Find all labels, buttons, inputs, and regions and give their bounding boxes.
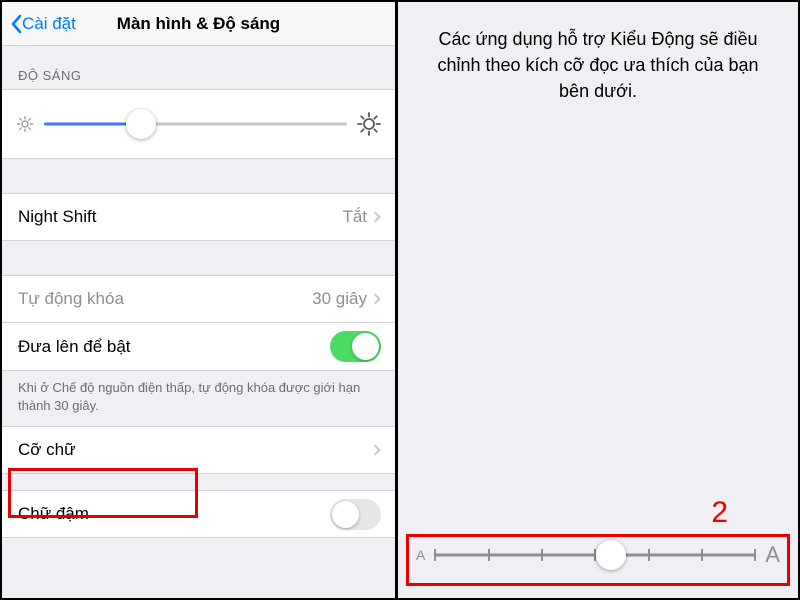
text-size-slider-wrap: A A [398,526,798,588]
low-power-footnote: Khi ở Chế độ nguồn điện thấp, tự động kh… [2,371,395,426]
auto-lock-row[interactable]: Tự động khóa 30 giây [2,275,395,323]
chevron-right-icon [373,210,381,224]
brightness-slider[interactable] [44,110,347,138]
bold-text-toggle[interactable] [330,499,381,530]
chevron-right-icon [373,443,381,457]
bold-text-label: Chữ đậm [18,504,330,524]
night-shift-label: Night Shift [18,207,342,227]
text-size-row[interactable]: Cỡ chữ [2,426,395,474]
raise-to-wake-row: Đưa lên để bật [2,323,395,371]
display-brightness-pane: Cài đặt Màn hình & Độ sáng ĐỘ SÁNG Night… [2,2,398,598]
page-title: Màn hình & Độ sáng [117,14,280,34]
raise-to-wake-toggle[interactable] [330,331,381,362]
auto-lock-label: Tự động khóa [18,289,312,309]
text-size-pane: Các ứng dụng hỗ trợ Kiểu Động sẽ điều ch… [398,2,798,598]
raise-to-wake-label: Đưa lên để bật [18,337,330,357]
nav-header: Cài đặt Màn hình & Độ sáng [2,2,395,46]
night-shift-row[interactable]: Night Shift Tắt [2,193,395,241]
text-size-label: Cỡ chữ [18,440,373,460]
auto-lock-value: 30 giây [312,289,367,309]
text-size-slider[interactable] [435,540,755,570]
letter-large-icon: A [765,542,780,568]
chevron-right-icon [373,292,381,306]
brightness-section-header: ĐỘ SÁNG [2,46,395,89]
back-label: Cài đặt [22,14,76,34]
dynamic-type-description: Các ứng dụng hỗ trợ Kiểu Động sẽ điều ch… [398,2,798,104]
bold-text-row: Chữ đậm [2,490,395,538]
brightness-slider-thumb[interactable] [126,109,156,139]
back-button[interactable]: Cài đặt [10,14,76,34]
sun-small-icon [16,115,34,133]
chevron-left-icon [10,14,22,34]
text-size-slider-thumb[interactable] [596,540,626,570]
night-shift-value: Tắt [342,207,367,227]
sun-large-icon [357,112,381,136]
annotation-2-number: 2 [711,496,728,530]
letter-small-icon: A [416,547,425,563]
brightness-row [2,89,395,159]
